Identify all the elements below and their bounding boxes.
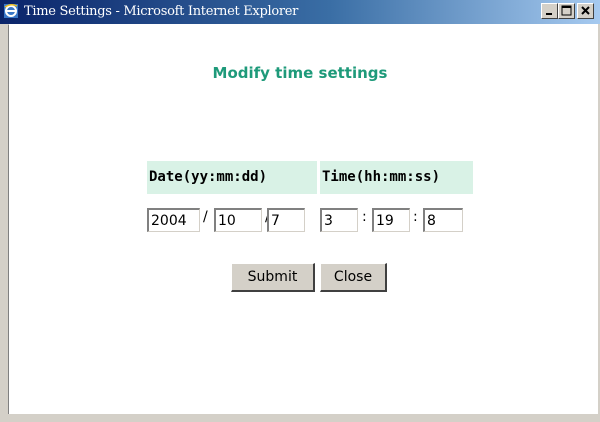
title-bar[interactable]: Time Settings - Microsoft Internet Explo… bbox=[0, 0, 600, 24]
time-separator: : bbox=[413, 209, 418, 225]
minimize-button[interactable] bbox=[541, 3, 558, 19]
submit-button[interactable]: Submit bbox=[231, 263, 315, 292]
close-window-button[interactable] bbox=[577, 3, 594, 19]
hour-input[interactable] bbox=[320, 208, 358, 232]
internet-explorer-icon bbox=[3, 3, 19, 19]
minute-input[interactable] bbox=[372, 208, 410, 232]
maximize-button[interactable] bbox=[558, 3, 575, 19]
maximize-icon bbox=[561, 5, 572, 16]
time-separator: : bbox=[362, 209, 367, 225]
minimize-icon bbox=[546, 13, 552, 15]
time-column-header: Time(hh:mm:ss) bbox=[320, 161, 473, 194]
date-column-header: Date(yy:mm:dd) bbox=[147, 161, 317, 194]
year-input[interactable] bbox=[147, 208, 200, 232]
page-heading: Modify time settings bbox=[212, 64, 388, 82]
window-frame-bottom bbox=[0, 414, 600, 422]
close-button[interactable]: Close bbox=[320, 263, 387, 292]
date-separator: / bbox=[203, 209, 208, 225]
window-title: Time Settings - Microsoft Internet Explo… bbox=[24, 4, 299, 19]
month-input[interactable] bbox=[214, 208, 262, 232]
browser-window: Time Settings - Microsoft Internet Explo… bbox=[0, 0, 600, 422]
second-input[interactable] bbox=[423, 208, 463, 232]
day-input[interactable] bbox=[267, 208, 305, 232]
close-icon bbox=[581, 6, 590, 15]
